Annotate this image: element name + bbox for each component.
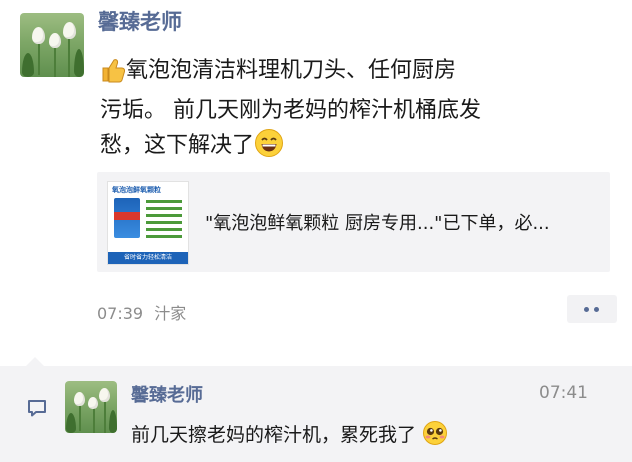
- post-source[interactable]: 汁家: [154, 304, 186, 323]
- shared-link-card[interactable]: 氧泡泡鲜氧颗粒 省时省力轻松清洁 "氧泡泡鲜氧颗粒 厨房专用..."已下单，必.…: [97, 172, 610, 272]
- link-title: "氧泡泡鲜氧颗粒 厨房专用..."已下单，必...: [205, 213, 550, 234]
- grinning-face-icon: [254, 128, 284, 169]
- thumb-product-band: [114, 212, 140, 220]
- post-text-line-3: 愁，这下解决了: [100, 133, 255, 158]
- post-author-name[interactable]: 馨臻老师: [98, 6, 182, 36]
- post-body: 氧泡泡清洁料理机刀头、任何厨房 污垢。 前几天刚为老妈的榨汁机桶底发 愁，这下解…: [100, 54, 540, 169]
- thumb-header-text: 氧泡泡鲜氧颗粒: [112, 186, 161, 194]
- post-timestamp: 07:39: [97, 304, 144, 323]
- more-dot-right: [594, 307, 599, 312]
- post-line-3: 愁，这下解决了: [100, 128, 540, 169]
- post-text-line-2: 污垢。 前几天刚为老妈的榨汁机桶底发: [100, 98, 481, 123]
- comment-avatar[interactable]: [65, 381, 117, 433]
- comment-time: 07:41: [539, 383, 588, 403]
- comment-body: 前几天擦老妈的榨汁机，累死我了: [131, 420, 448, 451]
- more-actions-button[interactable]: [567, 295, 617, 323]
- more-dot-left: [584, 307, 589, 312]
- post-text-line-1: 氧泡泡清洁料理机刀头、任何厨房: [126, 58, 457, 83]
- comment-bubble-icon[interactable]: [26, 397, 48, 423]
- thumb-feature-list: [146, 200, 182, 238]
- post-meta: 07:39 汁家: [97, 300, 186, 324]
- comment-text: 前几天擦老妈的榨汁机，累死我了: [131, 424, 417, 446]
- post-line-1: 氧泡泡清洁料理机刀头、任何厨房: [100, 54, 540, 94]
- post-avatar[interactable]: [20, 13, 84, 77]
- link-thumbnail: 氧泡泡鲜氧颗粒 省时省力轻松清洁: [107, 181, 189, 265]
- comment-caret: [26, 357, 44, 366]
- comment-author-name[interactable]: 馨臻老师: [131, 381, 203, 407]
- thumbs-up-icon: [100, 57, 126, 94]
- thumb-footer-text: 省时省力轻松清洁: [108, 252, 188, 264]
- pleading-face-icon: [422, 420, 448, 451]
